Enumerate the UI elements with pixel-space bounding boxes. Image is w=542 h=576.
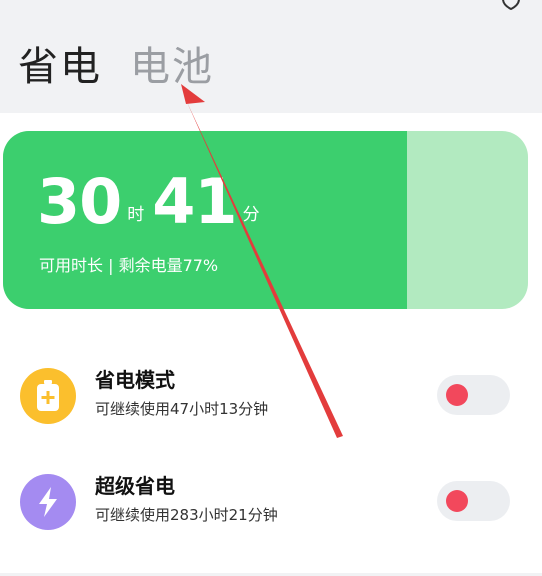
tab-power-saving[interactable]: 省电 [18, 34, 102, 92]
shield-icon[interactable] [500, 0, 522, 10]
top-bar: 省电 电池 [0, 0, 542, 113]
power-saving-toggle[interactable] [437, 375, 510, 415]
mode-row-power-saving[interactable]: 省电模式 可继续使用47小时13分钟 [0, 358, 542, 438]
hours-unit: 时 [127, 205, 145, 225]
battery-caption: 可用时长 | 剩余电量77% [39, 256, 219, 275]
toggle-knob [446, 490, 468, 512]
lightning-icon [20, 474, 76, 530]
hours-value: 30 [37, 165, 122, 238]
mode-row-super-saving[interactable]: 超级省电 可继续使用283小时21分钟 [0, 464, 542, 544]
remaining-time: 30 时 41 分 [37, 171, 268, 233]
mode-title: 省电模式 [95, 368, 175, 392]
battery-status-card: 30 时 41 分 可用时长 | 剩余电量77% [3, 131, 528, 309]
mode-subtitle: 可继续使用47小时13分钟 [95, 400, 269, 418]
toggle-knob [446, 384, 468, 406]
super-saving-toggle[interactable] [437, 481, 510, 521]
tab-battery[interactable]: 电池 [130, 34, 214, 92]
minutes-value: 41 [152, 165, 237, 238]
minutes-unit: 分 [242, 205, 260, 225]
mode-title: 超级省电 [95, 474, 175, 498]
mode-subtitle: 可继续使用283小时21分钟 [95, 506, 278, 524]
battery-plus-icon [20, 368, 76, 424]
